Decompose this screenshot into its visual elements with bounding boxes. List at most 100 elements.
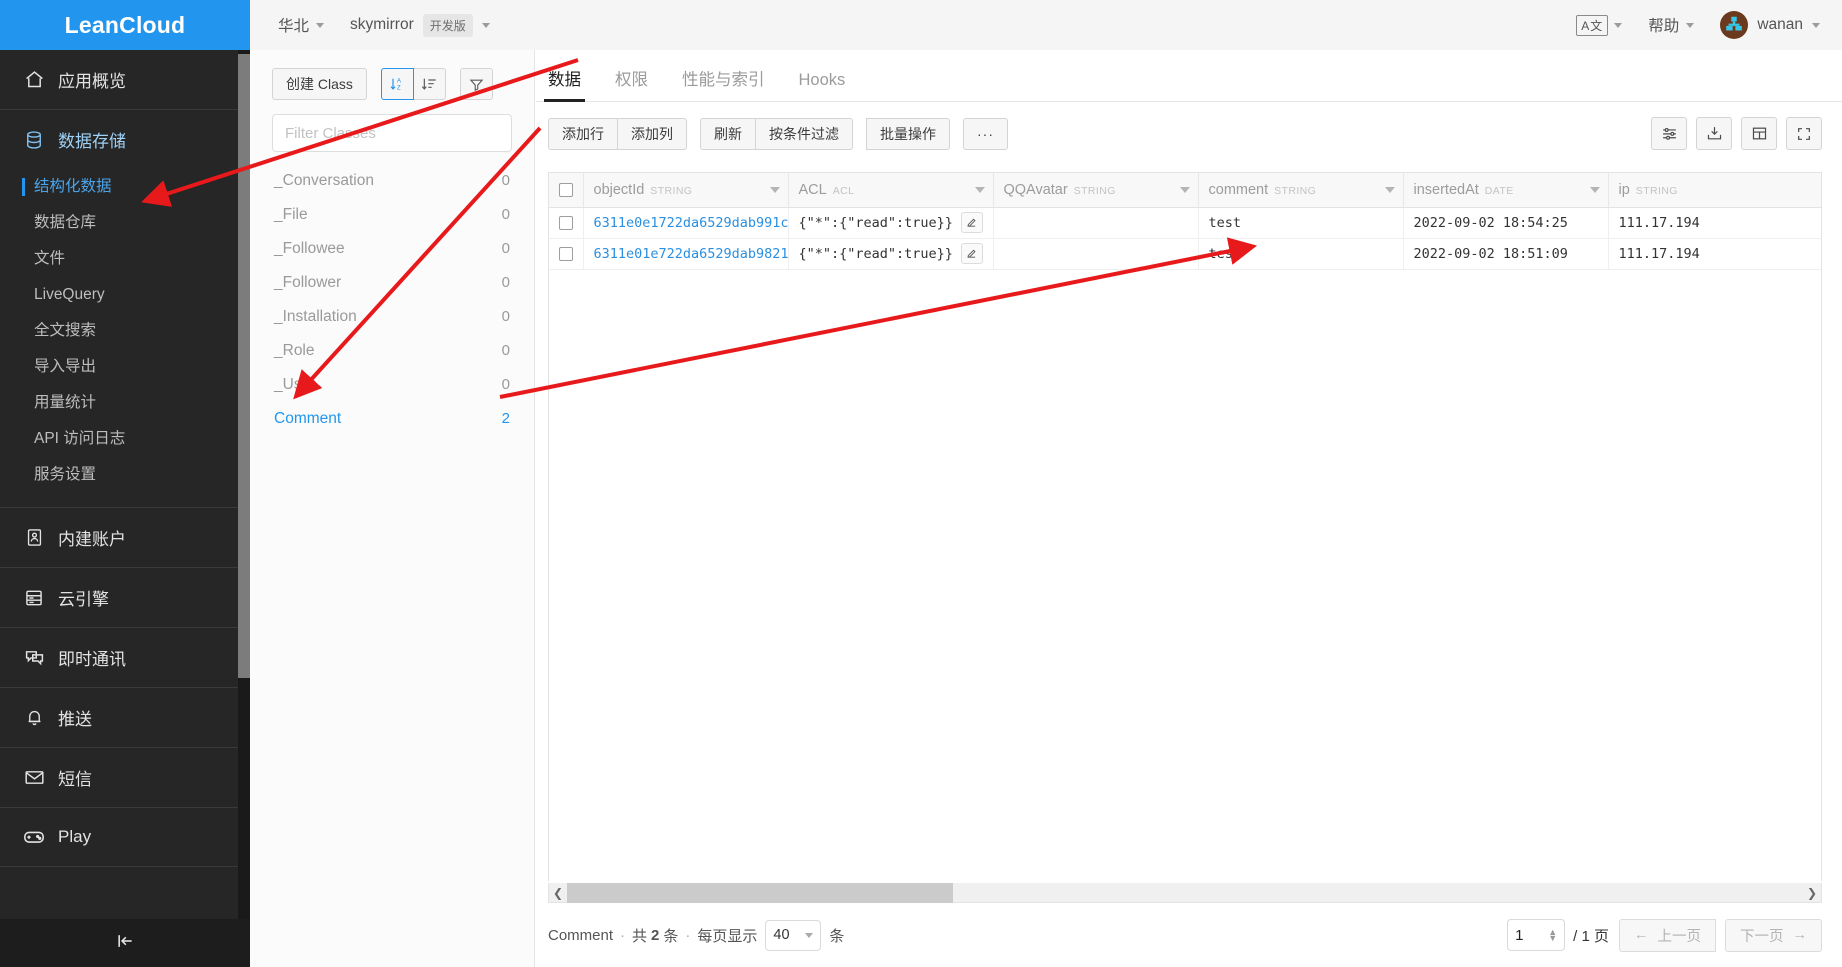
- chevron-down-icon[interactable]: [1384, 186, 1395, 193]
- objectid-link[interactable]: 6311e01e722da6529dab9821: [594, 246, 788, 262]
- filter-condition-button[interactable]: 按条件过滤: [755, 117, 853, 150]
- settings-sliders-icon[interactable]: [1651, 117, 1687, 150]
- table-horizontal-scrollbar[interactable]: ❮ ❯: [548, 882, 1822, 903]
- sidebar-item-instant-messaging[interactable]: 即时通讯: [0, 628, 250, 687]
- row-select-cell[interactable]: [549, 207, 584, 239]
- row-checkbox[interactable]: [559, 215, 573, 230]
- fullscreen-icon[interactable]: [1786, 117, 1822, 150]
- next-page-label: 下一页: [1740, 928, 1784, 945]
- column-header-ip[interactable]: ip STRING: [1608, 173, 1821, 208]
- sidebar-item-push[interactable]: 推送: [0, 688, 250, 747]
- chevron-down-icon[interactable]: [1589, 186, 1600, 193]
- tab-hooks[interactable]: Hooks: [799, 71, 846, 101]
- column-header-QQAvatar[interactable]: QQAvatar STRING: [993, 173, 1199, 208]
- class-item-_Follower[interactable]: _Follower 0: [272, 266, 512, 300]
- cell-QQAvatar[interactable]: [993, 207, 1199, 239]
- language-switcher[interactable]: A文: [1576, 14, 1623, 36]
- sort-alpha-icon[interactable]: A Z: [380, 68, 414, 100]
- column-header-insertedAt[interactable]: insertedAt DATE: [1403, 173, 1609, 208]
- class-item-_User[interactable]: _User 0: [272, 368, 512, 402]
- sidebar-scrollbar-thumb[interactable]: [238, 54, 250, 678]
- cell-comment[interactable]: test: [1198, 238, 1404, 270]
- sidebar-collapse-button[interactable]: [0, 919, 250, 967]
- sidebar-item-storage[interactable]: 数据存储: [0, 110, 250, 169]
- scrollbar-thumb[interactable]: [567, 882, 953, 903]
- add-row-button[interactable]: 添加行: [548, 117, 618, 150]
- cell-insertedAt[interactable]: 2022-09-02 18:51:09: [1403, 238, 1609, 270]
- cell-comment[interactable]: test: [1198, 207, 1404, 239]
- edit-pencil-icon[interactable]: [960, 243, 983, 264]
- cell-QQAvatar[interactable]: [993, 238, 1199, 270]
- scroll-left-icon[interactable]: ❮: [549, 886, 567, 900]
- sidebar-item-cloud-engine[interactable]: 云引擎: [0, 568, 250, 627]
- class-item-_Conversation[interactable]: _Conversation 0: [272, 164, 512, 198]
- chevron-down-icon[interactable]: [769, 186, 780, 193]
- class-item-_Installation[interactable]: _Installation 0: [272, 300, 512, 334]
- edit-pencil-icon[interactable]: [960, 212, 983, 233]
- sidebar-item-service-settings[interactable]: 服务设置: [0, 457, 250, 493]
- sidebar-item-play[interactable]: Play: [0, 808, 250, 866]
- cell-ip[interactable]: 111.17.194: [1608, 207, 1821, 239]
- tab-performance-index[interactable]: 性能与索引: [682, 66, 765, 101]
- next-page-button[interactable]: 下一页 →: [1725, 918, 1822, 952]
- per-page-select[interactable]: 40: [765, 919, 822, 951]
- batch-operation-button[interactable]: 批量操作: [866, 117, 950, 150]
- row-select-cell[interactable]: [549, 238, 584, 270]
- more-options-button[interactable]: ···: [963, 117, 1008, 150]
- chevron-down-icon[interactable]: [1179, 186, 1190, 193]
- table-row[interactable]: 6311e01e722da6529dab9821 {"*":{"read":tr…: [549, 238, 1821, 270]
- row-checkbox[interactable]: [559, 246, 573, 261]
- id-card-icon: [22, 526, 46, 550]
- stepper-icon[interactable]: ▲ ▼: [1548, 928, 1557, 943]
- sidebar-item-usage-stats[interactable]: 用量统计: [0, 385, 250, 421]
- table-row[interactable]: 6311e0e1722da6529dab991c {"*":{"read":tr…: [549, 207, 1821, 239]
- cell-insertedAt[interactable]: 2022-09-02 18:54:25: [1403, 207, 1609, 239]
- class-item-_Role[interactable]: _Role 0: [272, 334, 512, 368]
- table-view-icon[interactable]: [1741, 117, 1777, 150]
- sidebar-item-sms[interactable]: 短信: [0, 748, 250, 807]
- cell-objectId[interactable]: 6311e01e722da6529dab9821: [583, 238, 789, 270]
- cell-ACL[interactable]: {"*":{"read":true}}: [788, 207, 994, 239]
- prev-page-button[interactable]: ← 上一页: [1619, 918, 1716, 952]
- column-header-ACL[interactable]: ACL ACL: [788, 173, 994, 208]
- tab-permissions[interactable]: 权限: [615, 66, 648, 101]
- cell-objectId[interactable]: 6311e0e1722da6529dab991c: [583, 207, 789, 239]
- column-header-objectId[interactable]: objectId STRING: [583, 173, 789, 208]
- select-all-checkbox[interactable]: [559, 182, 573, 197]
- sidebar-item-fulltext-search[interactable]: 全文搜索: [0, 313, 250, 349]
- sidebar-item-builtin-account[interactable]: 内建账户: [0, 508, 250, 567]
- class-item-_Followee[interactable]: _Followee 0: [272, 232, 512, 266]
- select-all-header[interactable]: [549, 173, 584, 208]
- sidebar-item-livequery[interactable]: LiveQuery: [0, 277, 250, 313]
- chevron-down-icon[interactable]: [974, 186, 985, 193]
- cell-ip[interactable]: 111.17.194: [1608, 238, 1821, 270]
- scroll-right-icon[interactable]: ❯: [1803, 886, 1821, 900]
- sort-list-icon[interactable]: [412, 68, 446, 100]
- column-header-comment[interactable]: comment STRING: [1198, 173, 1404, 208]
- funnel-icon[interactable]: [459, 68, 493, 100]
- page-number-input[interactable]: 1 ▲ ▼: [1507, 919, 1566, 951]
- user-menu[interactable]: wanan: [1720, 11, 1820, 39]
- sidebar-item-api-logs[interactable]: API 访问日志: [0, 421, 250, 457]
- sidebar-item-partial[interactable]: [0, 867, 250, 919]
- add-column-button[interactable]: 添加列: [617, 117, 687, 150]
- filter-classes-input[interactable]: [272, 114, 512, 152]
- app-selector[interactable]: skymirror 开发版: [350, 13, 490, 37]
- sidebar-item-structured-data[interactable]: 结构化数据: [0, 169, 250, 205]
- help-menu[interactable]: 帮助: [1648, 14, 1695, 36]
- export-download-icon[interactable]: [1696, 117, 1732, 150]
- sidebar-item-data-warehouse[interactable]: 数据仓库: [0, 205, 250, 241]
- brand-logo[interactable]: LeanCloud: [0, 0, 250, 50]
- region-selector[interactable]: 华北: [278, 14, 325, 36]
- create-class-button[interactable]: 创建 Class: [272, 68, 367, 100]
- class-item-_File[interactable]: _File 0: [272, 198, 512, 232]
- sidebar-item-files[interactable]: 文件: [0, 241, 250, 277]
- tab-data[interactable]: 数据: [544, 66, 585, 102]
- objectid-link[interactable]: 6311e0e1722da6529dab991c: [594, 215, 788, 231]
- refresh-button[interactable]: 刷新: [700, 117, 756, 150]
- class-item-Comment[interactable]: Comment 2: [272, 402, 512, 436]
- sidebar-item-overview[interactable]: 应用概览: [0, 50, 250, 109]
- cell-ACL[interactable]: {"*":{"read":true}}: [788, 238, 994, 270]
- scrollbar-track[interactable]: [567, 882, 1803, 903]
- sidebar-item-import-export[interactable]: 导入导出: [0, 349, 250, 385]
